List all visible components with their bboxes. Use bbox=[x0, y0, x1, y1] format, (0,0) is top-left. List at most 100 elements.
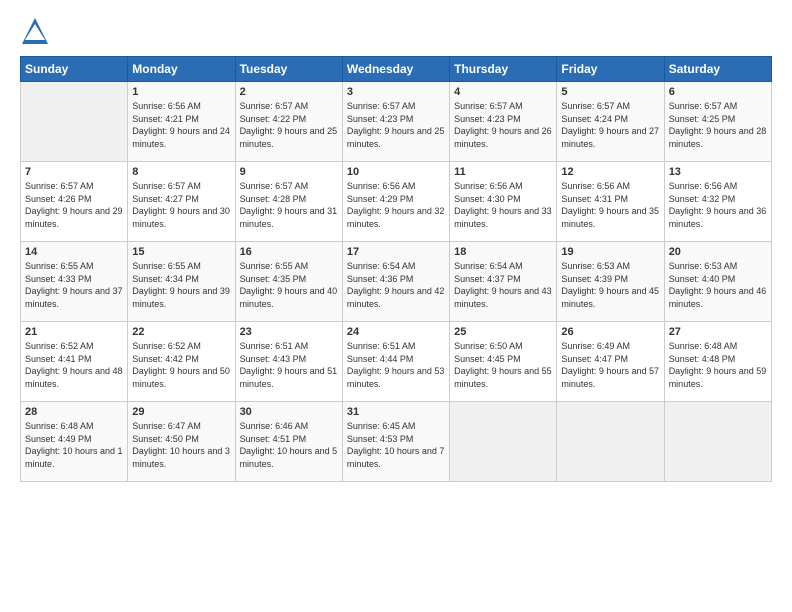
logo bbox=[20, 16, 54, 46]
cell-inner: 27Sunrise: 6:48 AMSunset: 4:48 PMDayligh… bbox=[669, 326, 767, 390]
cell-inner: 22 Sunrise: 6:52 AMSunset: 4:42 PMDayligh… bbox=[132, 326, 230, 390]
calendar-cell: 10 Sunrise: 6:56 AMSunset: 4:29 PMDayligh… bbox=[342, 162, 449, 242]
day-number: 12 bbox=[561, 166, 659, 178]
cell-inner: 3 Sunrise: 6:57 AMSunset: 4:23 PMDaylight… bbox=[347, 86, 445, 150]
cell-info: Sunrise: 6:52 AMSunset: 4:42 PMDaylight:… bbox=[132, 340, 230, 390]
day-number: 7 bbox=[25, 166, 123, 178]
cell-info: Sunrise: 6:53 AMSunset: 4:39 PMDaylight:… bbox=[561, 260, 659, 310]
calendar-cell: 14Sunrise: 6:55 AMSunset: 4:33 PMDayligh… bbox=[21, 242, 128, 322]
cell-info: Sunrise: 6:56 AMSunset: 4:29 PMDaylight:… bbox=[347, 180, 445, 230]
weekday-header-thursday: Thursday bbox=[450, 57, 557, 82]
weekday-header-friday: Friday bbox=[557, 57, 664, 82]
calendar-cell: 26 Sunrise: 6:49 AMSunset: 4:47 PMDayligh… bbox=[557, 322, 664, 402]
cell-info: Sunrise: 6:45 AMSunset: 4:53 PMDaylight:… bbox=[347, 420, 445, 470]
calendar-week-row: 1 Sunrise: 6:56 AMSunset: 4:21 PMDaylight… bbox=[21, 82, 772, 162]
calendar-header: SundayMondayTuesdayWednesdayThursdayFrid… bbox=[21, 57, 772, 82]
cell-info: Sunrise: 6:52 AMSunset: 4:41 PMDaylight:… bbox=[25, 340, 123, 390]
calendar-cell: 27Sunrise: 6:48 AMSunset: 4:48 PMDayligh… bbox=[664, 322, 771, 402]
calendar-cell: 31Sunrise: 6:45 AMSunset: 4:53 PMDayligh… bbox=[342, 402, 449, 482]
calendar-cell: 3 Sunrise: 6:57 AMSunset: 4:23 PMDaylight… bbox=[342, 82, 449, 162]
calendar-cell bbox=[664, 402, 771, 482]
cell-inner: 5 Sunrise: 6:57 AMSunset: 4:24 PMDaylight… bbox=[561, 86, 659, 150]
cell-inner: 6Sunrise: 6:57 AMSunset: 4:25 PMDaylight… bbox=[669, 86, 767, 150]
cell-info: Sunrise: 6:57 AMSunset: 4:22 PMDaylight:… bbox=[240, 100, 338, 150]
cell-inner: 25Sunrise: 6:50 AMSunset: 4:45 PMDayligh… bbox=[454, 326, 552, 390]
day-number: 6 bbox=[669, 86, 767, 98]
day-number: 5 bbox=[561, 86, 659, 98]
cell-info: Sunrise: 6:57 AMSunset: 4:27 PMDaylight:… bbox=[132, 180, 230, 230]
calendar-cell: 12Sunrise: 6:56 AMSunset: 4:31 PMDayligh… bbox=[557, 162, 664, 242]
cell-info: Sunrise: 6:48 AMSunset: 4:49 PMDaylight:… bbox=[25, 420, 123, 470]
cell-info: Sunrise: 6:57 AMSunset: 4:26 PMDaylight:… bbox=[25, 180, 123, 230]
day-number: 23 bbox=[240, 326, 338, 338]
weekday-header-row: SundayMondayTuesdayWednesdayThursdayFrid… bbox=[21, 57, 772, 82]
cell-info: Sunrise: 6:55 AMSunset: 4:33 PMDaylight:… bbox=[25, 260, 123, 310]
calendar-week-row: 21Sunrise: 6:52 AMSunset: 4:41 PMDayligh… bbox=[21, 322, 772, 402]
calendar-cell: 8 Sunrise: 6:57 AMSunset: 4:27 PMDaylight… bbox=[128, 162, 235, 242]
day-number: 2 bbox=[240, 86, 338, 98]
day-number: 13 bbox=[669, 166, 767, 178]
cell-inner: 15 Sunrise: 6:55 AMSunset: 4:34 PMDayligh… bbox=[132, 246, 230, 310]
day-number: 1 bbox=[132, 86, 230, 98]
day-number: 10 bbox=[347, 166, 445, 178]
day-number: 3 bbox=[347, 86, 445, 98]
cell-info: Sunrise: 6:53 AMSunset: 4:40 PMDaylight:… bbox=[669, 260, 767, 310]
cell-inner: 1 Sunrise: 6:56 AMSunset: 4:21 PMDaylight… bbox=[132, 86, 230, 150]
calendar-cell: 18 Sunrise: 6:54 AMSunset: 4:37 PMDayligh… bbox=[450, 242, 557, 322]
weekday-header-wednesday: Wednesday bbox=[342, 57, 449, 82]
cell-info: Sunrise: 6:51 AMSunset: 4:43 PMDaylight:… bbox=[240, 340, 338, 390]
cell-inner: 9Sunrise: 6:57 AMSunset: 4:28 PMDaylight… bbox=[240, 166, 338, 230]
day-number: 26 bbox=[561, 326, 659, 338]
calendar-cell: 28Sunrise: 6:48 AMSunset: 4:49 PMDayligh… bbox=[21, 402, 128, 482]
day-number: 18 bbox=[454, 246, 552, 258]
cell-inner: 26 Sunrise: 6:49 AMSunset: 4:47 PMDayligh… bbox=[561, 326, 659, 390]
calendar-cell: 19 Sunrise: 6:53 AMSunset: 4:39 PMDayligh… bbox=[557, 242, 664, 322]
calendar-cell: 2 Sunrise: 6:57 AMSunset: 4:22 PMDaylight… bbox=[235, 82, 342, 162]
cell-inner: 29Sunrise: 6:47 AMSunset: 4:50 PMDayligh… bbox=[132, 406, 230, 470]
calendar-cell bbox=[21, 82, 128, 162]
weekday-header-sunday: Sunday bbox=[21, 57, 128, 82]
day-number: 8 bbox=[132, 166, 230, 178]
cell-inner: 20 Sunrise: 6:53 AMSunset: 4:40 PMDayligh… bbox=[669, 246, 767, 310]
header bbox=[20, 16, 772, 46]
day-number: 9 bbox=[240, 166, 338, 178]
cell-info: Sunrise: 6:49 AMSunset: 4:47 PMDaylight:… bbox=[561, 340, 659, 390]
calendar-cell: 29Sunrise: 6:47 AMSunset: 4:50 PMDayligh… bbox=[128, 402, 235, 482]
page: SundayMondayTuesdayWednesdayThursdayFrid… bbox=[0, 0, 792, 612]
cell-info: Sunrise: 6:46 AMSunset: 4:51 PMDaylight:… bbox=[240, 420, 338, 470]
calendar-cell: 17Sunrise: 6:54 AMSunset: 4:36 PMDayligh… bbox=[342, 242, 449, 322]
calendar-cell: 13Sunrise: 6:56 AMSunset: 4:32 PMDayligh… bbox=[664, 162, 771, 242]
cell-info: Sunrise: 6:55 AMSunset: 4:34 PMDaylight:… bbox=[132, 260, 230, 310]
cell-inner: 7 Sunrise: 6:57 AMSunset: 4:26 PMDaylight… bbox=[25, 166, 123, 230]
cell-inner: 2 Sunrise: 6:57 AMSunset: 4:22 PMDaylight… bbox=[240, 86, 338, 150]
cell-inner: 24Sunrise: 6:51 AMSunset: 4:44 PMDayligh… bbox=[347, 326, 445, 390]
calendar-cell: 21Sunrise: 6:52 AMSunset: 4:41 PMDayligh… bbox=[21, 322, 128, 402]
calendar-body: 1 Sunrise: 6:56 AMSunset: 4:21 PMDaylight… bbox=[21, 82, 772, 482]
day-number: 11 bbox=[454, 166, 552, 178]
cell-info: Sunrise: 6:54 AMSunset: 4:37 PMDaylight:… bbox=[454, 260, 552, 310]
cell-inner: 19 Sunrise: 6:53 AMSunset: 4:39 PMDayligh… bbox=[561, 246, 659, 310]
cell-info: Sunrise: 6:50 AMSunset: 4:45 PMDaylight:… bbox=[454, 340, 552, 390]
day-number: 27 bbox=[669, 326, 767, 338]
day-number: 19 bbox=[561, 246, 659, 258]
cell-info: Sunrise: 6:56 AMSunset: 4:21 PMDaylight:… bbox=[132, 100, 230, 150]
cell-inner: 14Sunrise: 6:55 AMSunset: 4:33 PMDayligh… bbox=[25, 246, 123, 310]
calendar-table: SundayMondayTuesdayWednesdayThursdayFrid… bbox=[20, 56, 772, 482]
calendar-cell bbox=[450, 402, 557, 482]
day-number: 20 bbox=[669, 246, 767, 258]
day-number: 15 bbox=[132, 246, 230, 258]
calendar-week-row: 28Sunrise: 6:48 AMSunset: 4:49 PMDayligh… bbox=[21, 402, 772, 482]
calendar-cell: 24Sunrise: 6:51 AMSunset: 4:44 PMDayligh… bbox=[342, 322, 449, 402]
day-number: 17 bbox=[347, 246, 445, 258]
cell-inner: 21Sunrise: 6:52 AMSunset: 4:41 PMDayligh… bbox=[25, 326, 123, 390]
day-number: 22 bbox=[132, 326, 230, 338]
cell-inner: 31Sunrise: 6:45 AMSunset: 4:53 PMDayligh… bbox=[347, 406, 445, 470]
calendar-cell: 30Sunrise: 6:46 AMSunset: 4:51 PMDayligh… bbox=[235, 402, 342, 482]
cell-inner: 13Sunrise: 6:56 AMSunset: 4:32 PMDayligh… bbox=[669, 166, 767, 230]
cell-info: Sunrise: 6:57 AMSunset: 4:23 PMDaylight:… bbox=[347, 100, 445, 150]
cell-inner: 23 Sunrise: 6:51 AMSunset: 4:43 PMDayligh… bbox=[240, 326, 338, 390]
day-number: 4 bbox=[454, 86, 552, 98]
calendar-cell: 9Sunrise: 6:57 AMSunset: 4:28 PMDaylight… bbox=[235, 162, 342, 242]
cell-info: Sunrise: 6:57 AMSunset: 4:24 PMDaylight:… bbox=[561, 100, 659, 150]
calendar-cell: 25Sunrise: 6:50 AMSunset: 4:45 PMDayligh… bbox=[450, 322, 557, 402]
